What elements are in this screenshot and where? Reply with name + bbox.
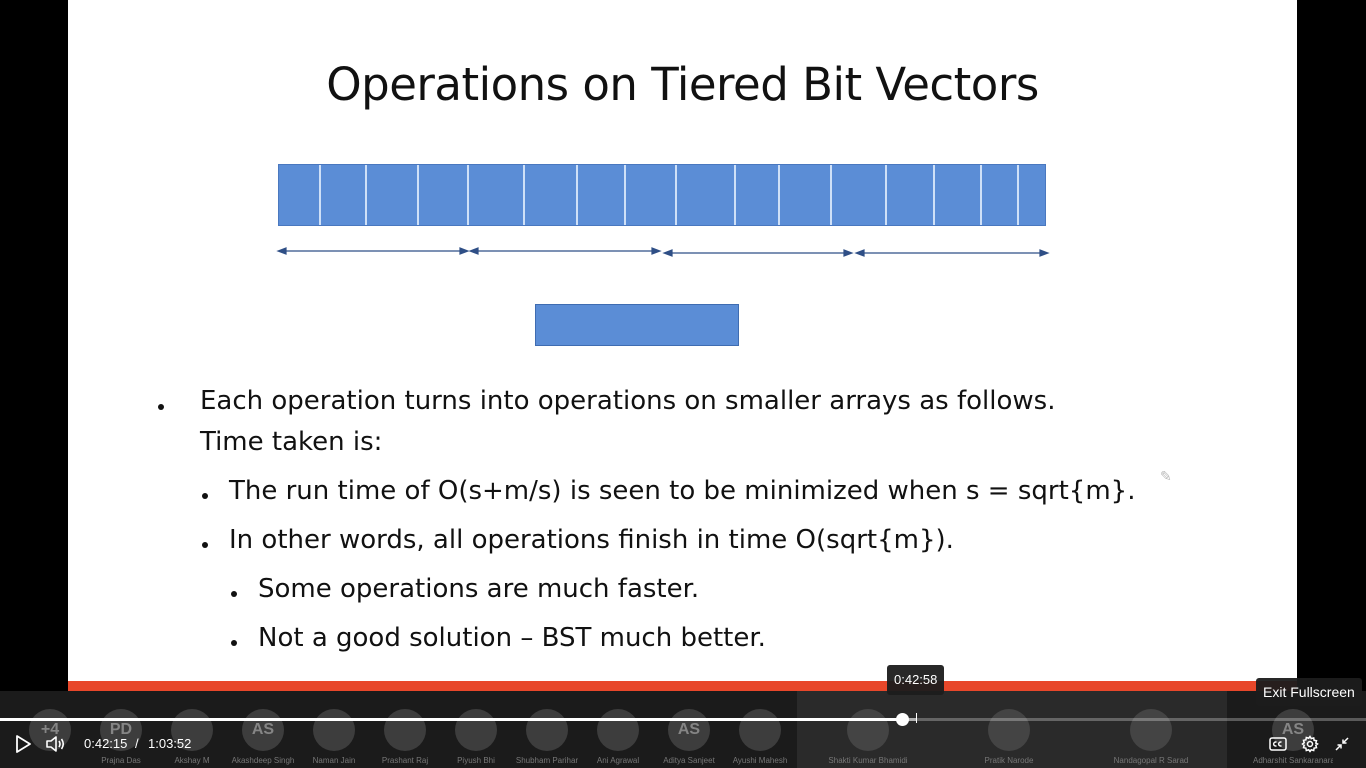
- participant-name: Piyush Bhi: [457, 756, 495, 765]
- block-range-arrows: [276, 247, 1050, 257]
- participant-avatar: [597, 709, 639, 751]
- slide-accent-bar: [68, 681, 1297, 691]
- participant-name: Pratik Narode: [984, 756, 1034, 765]
- duration: 1:03:52: [148, 736, 192, 751]
- settings-button[interactable]: [1298, 732, 1322, 756]
- participant-name: Shubham Parihar: [515, 756, 579, 765]
- presentation-slide: Operations on Tiered Bit Vectors Each op…: [68, 0, 1297, 681]
- pen-cursor-icon: ✎: [1160, 468, 1172, 484]
- participant-name: Nandagopal R Sarad: [1113, 756, 1189, 765]
- bullet-dot: [158, 404, 164, 410]
- participant-avatar: [1130, 709, 1172, 751]
- time-separator: /: [135, 736, 139, 751]
- captions-button[interactable]: [1266, 732, 1290, 756]
- participant-name: Shakti Kumar Bhamidi: [828, 756, 908, 765]
- exit-fullscreen-button[interactable]: [1330, 732, 1354, 756]
- participant-avatar: [455, 709, 497, 751]
- participant-avatar: [988, 709, 1030, 751]
- participant-name: Prashant Raj: [381, 756, 429, 765]
- participant-name: Adharshit Sankaranaram: [1253, 756, 1333, 765]
- bullet-dot: [231, 591, 237, 597]
- bullet-dot: [202, 493, 208, 499]
- bullet-text: Time taken is:: [200, 427, 383, 457]
- play-button[interactable]: [11, 732, 35, 756]
- gear-icon: [1301, 735, 1319, 753]
- participant-avatar: [739, 709, 781, 751]
- bullet-text: Each operation turns into operations on …: [200, 386, 1056, 416]
- participant-avatar: [847, 709, 889, 751]
- closed-captions-icon: [1269, 737, 1287, 751]
- participant-avatar: AS: [668, 709, 710, 751]
- bullet-text: Some operations are much faster.: [258, 574, 700, 604]
- current-time: 0:42:15: [84, 736, 128, 751]
- hover-position-marker: [916, 713, 917, 723]
- speaker-icon: [46, 736, 65, 752]
- participant-avatar: AS: [242, 709, 284, 751]
- progress-fill: [0, 718, 902, 721]
- bullet-text: The run time of O(s+m/s) is seen to be m…: [229, 476, 1136, 506]
- participant-name: Akshay M: [174, 756, 210, 765]
- participant-name: Naman Jain: [312, 756, 356, 765]
- exit-fullscreen-icon: [1335, 737, 1349, 751]
- bullet-text: In other words, all operations finish in…: [229, 525, 954, 555]
- participant-name: Akashdeep Singh: [231, 756, 295, 765]
- participant-name: Ani Agrawal: [596, 756, 640, 765]
- participant-name: Aditya Sanjeet: [663, 756, 715, 765]
- bullet-text: Not a good solution – BST much better.: [258, 623, 766, 653]
- bullet-dot: [202, 542, 208, 548]
- volume-button[interactable]: [44, 732, 68, 756]
- participant-avatar: [384, 709, 426, 751]
- play-icon: [16, 735, 31, 753]
- participant-name: Prajna Das: [101, 756, 141, 765]
- participant-name: Ayushi Mahesh: [732, 756, 788, 765]
- exit-fullscreen-tooltip: Exit Fullscreen: [1256, 678, 1362, 706]
- participant-avatar: [313, 709, 355, 751]
- summary-array: [535, 304, 739, 346]
- hover-time-tooltip: 0:42:58: [887, 665, 945, 695]
- participant-avatar: [526, 709, 568, 751]
- scrubber-handle[interactable]: [896, 713, 909, 726]
- bullet-dot: [231, 640, 237, 646]
